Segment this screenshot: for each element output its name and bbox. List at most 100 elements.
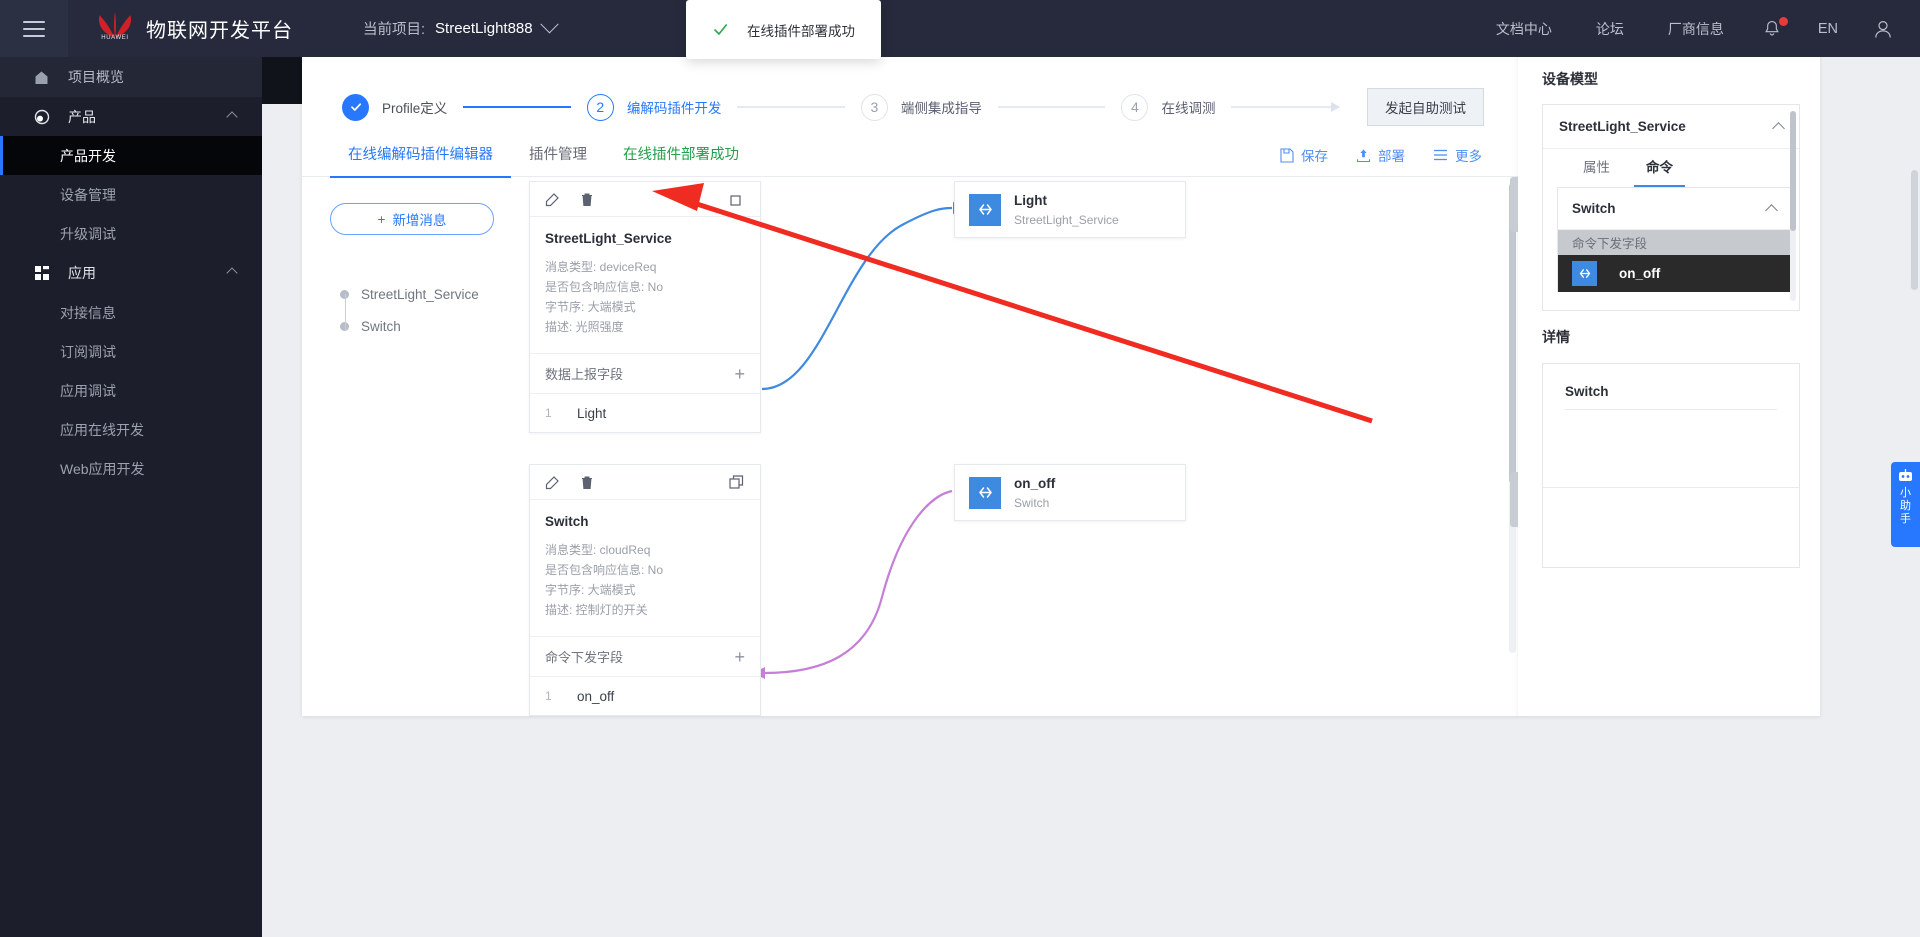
service-header[interactable]: StreetLight_Service: [1543, 105, 1799, 149]
nav-docs-center[interactable]: 文档中心: [1474, 19, 1574, 39]
codec-editor-canvas: + 新增消息 StreetLight_Service Switch Street…: [302, 177, 1518, 716]
tab-plugin-management[interactable]: 插件管理: [511, 133, 605, 177]
model-panel-scrollbar[interactable]: [1790, 111, 1796, 301]
sidebar-label-subscription-debug: 订阅调试: [60, 343, 116, 360]
mapping-node-on-off[interactable]: on_off Switch: [954, 464, 1186, 521]
add-message-button[interactable]: + 新增消息: [330, 203, 494, 235]
step-connector-2: [737, 106, 845, 108]
step-4[interactable]: 4 在线调测: [1121, 93, 1215, 121]
command-item-on-off[interactable]: on_off: [1558, 255, 1790, 292]
step-3-circle: 3: [860, 93, 888, 121]
sidebar-item-product[interactable]: 产品: [0, 97, 262, 136]
editor-tabs-row: 在线编解码插件编辑器 插件管理 在线插件部署成功 保存 部署 更多: [302, 133, 1518, 178]
hamburger-menu-button[interactable]: [0, 0, 68, 57]
step-3[interactable]: 3 端侧集成指导: [860, 93, 982, 121]
assistant-widget[interactable]: 小助手: [1891, 462, 1920, 547]
tab-properties[interactable]: 属性: [1565, 149, 1628, 187]
nav-vendor-info[interactable]: 厂商信息: [1646, 19, 1746, 39]
sidebar-item-application-debug[interactable]: 应用调试: [0, 371, 262, 410]
step-2[interactable]: 2 编解码插件开发: [586, 93, 721, 121]
nav-forum[interactable]: 论坛: [1574, 19, 1646, 39]
brand: HUAWEI 物联网开发平台: [96, 11, 293, 46]
start-self-test-button[interactable]: 发起自助测试: [1367, 88, 1485, 126]
panel-resize-handle[interactable]: [1510, 177, 1518, 232]
device-model-box: StreetLight_Service 属性 命令 Switch 命令下发字段: [1542, 104, 1800, 311]
field-index: 1: [545, 689, 552, 703]
add-field-button[interactable]: +: [734, 648, 745, 666]
copy-icon[interactable]: [729, 474, 745, 490]
bell-icon: [1765, 20, 1779, 35]
message-tree: StreetLight_Service Switch: [330, 278, 500, 342]
message-prop-response: 是否包含响应信息: No: [545, 563, 664, 577]
edit-icon[interactable]: [545, 192, 560, 207]
tree-item-streetlight-service[interactable]: StreetLight_Service: [340, 278, 500, 310]
message-list-column: + 新增消息 StreetLight_Service Switch: [330, 203, 500, 342]
page-scrollbar[interactable]: [1911, 170, 1918, 290]
notifications-button[interactable]: [1746, 16, 1798, 38]
chevron-up-icon: [226, 110, 238, 123]
tree-connector-line: [345, 294, 346, 330]
field-index: 1: [545, 406, 552, 420]
mapping-node-sub: StreetLight_Service: [1014, 213, 1119, 227]
home-icon: [34, 70, 54, 85]
tab-online-codec-editor[interactable]: 在线编解码插件编辑器: [330, 133, 511, 178]
detail-item-name: Switch: [1565, 384, 1609, 399]
left-sidebar: 项目概览 产品 产品开发 设备管理 升级调试 应用 对接信息 订阅调试 应用调试…: [0, 57, 262, 937]
step-1-label: Profile定义: [382, 101, 448, 116]
step-connector-3: [997, 106, 1106, 108]
detail-box: Switch: [1542, 363, 1800, 568]
model-tabs: 属性 命令: [1543, 149, 1799, 187]
sidebar-item-product-development[interactable]: 产品开发: [0, 136, 262, 175]
step-3-label: 端侧集成指导: [900, 101, 982, 116]
sidebar-label-upgrade-debug: 升级调试: [60, 225, 116, 242]
more-button[interactable]: 更多: [1419, 145, 1496, 165]
huawei-logo: HUAWEI: [96, 11, 134, 46]
sidebar-item-device-management[interactable]: 设备管理: [0, 175, 262, 214]
sidebar-item-online-app-development[interactable]: 应用在线开发: [0, 410, 262, 449]
more-icon: [1434, 149, 1447, 161]
success-toast: 在线插件部署成功: [686, 0, 881, 59]
panel-resize-handle[interactable]: [1510, 472, 1518, 527]
editor-toolbar: 保存 部署 更多: [1266, 133, 1496, 177]
command-group-header[interactable]: Switch: [1558, 188, 1790, 230]
sidebar-item-upgrade-debug[interactable]: 升级调试: [0, 214, 262, 253]
sidebar-item-integration-info[interactable]: 对接信息: [0, 293, 262, 332]
sidebar-item-project-overview[interactable]: 项目概览: [0, 57, 262, 97]
sidebar-item-subscription-debug[interactable]: 订阅调试: [0, 332, 262, 371]
message-card-switch: Switch 消息类型: cloudReq 是否包含响应信息: No 字节序: …: [529, 464, 761, 716]
mapping-node-light[interactable]: Light StreetLight_Service: [954, 181, 1186, 238]
section-title-report-fields: 数据上报字段: [545, 367, 624, 382]
copy-icon[interactable]: [730, 192, 745, 207]
sidebar-label-application: 应用: [68, 265, 96, 281]
tab-commands[interactable]: 命令: [1628, 149, 1691, 187]
add-field-button[interactable]: +: [734, 365, 745, 383]
field-row[interactable]: 1 on_off: [530, 676, 760, 715]
language-switch[interactable]: EN: [1798, 21, 1858, 37]
sidebar-label-integration-info: 对接信息: [60, 304, 116, 321]
tab-deploy-success[interactable]: 在线插件部署成功: [605, 133, 757, 177]
project-selector[interactable]: 当前项目: StreetLight888: [363, 15, 559, 39]
plus-icon: +: [377, 211, 386, 227]
message-prop-response: 是否包含响应信息: No: [545, 280, 664, 294]
field-name: on_off: [577, 688, 615, 704]
save-button[interactable]: 保存: [1266, 145, 1342, 165]
mapping-node-name: Light: [1014, 193, 1047, 208]
main-content-card: Profile定义 2 编解码插件开发 3 端侧集成指导 4 在线调测 发起自助…: [302, 47, 1518, 716]
add-message-label: 新增消息: [392, 213, 447, 228]
step-1[interactable]: Profile定义: [342, 93, 448, 121]
sidebar-item-web-app-development[interactable]: Web应用开发: [0, 449, 262, 488]
message-prop-type: 消息类型: cloudReq: [545, 543, 651, 557]
message-card-title: StreetLight_Service: [545, 231, 672, 246]
deploy-button[interactable]: 部署: [1342, 145, 1419, 165]
account-button[interactable]: [1858, 18, 1898, 40]
sidebar-item-application[interactable]: 应用: [0, 253, 262, 293]
tree-item-switch[interactable]: Switch: [340, 310, 500, 342]
chevron-up-icon: [226, 267, 238, 279]
field-name: Light: [577, 405, 607, 421]
field-row[interactable]: 1 Light: [530, 393, 760, 432]
trash-icon[interactable]: [580, 192, 594, 207]
editor-scrollbar[interactable]: [1509, 183, 1516, 653]
trash-icon[interactable]: [580, 475, 594, 490]
sidebar-label-application-debug: 应用调试: [60, 382, 116, 399]
edit-icon[interactable]: [545, 475, 560, 490]
